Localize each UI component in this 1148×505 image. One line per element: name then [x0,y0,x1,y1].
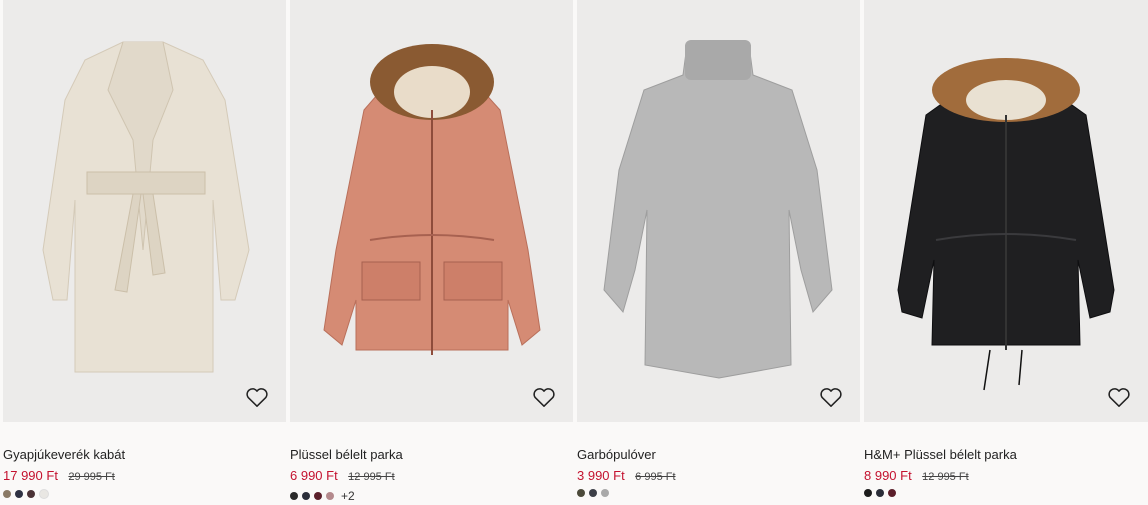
original-price: 12 995 Ft [348,471,395,483]
color-swatch[interactable] [39,489,49,499]
product-prices: 6 990 Ft 12 995 Ft [290,467,395,485]
heart-outline-icon [533,388,555,407]
color-swatch[interactable] [864,489,872,497]
favorite-button[interactable] [244,384,270,410]
color-swatch[interactable] [326,492,334,500]
color-swatch[interactable] [314,492,322,500]
color-swatch[interactable] [290,492,298,500]
product-card: H&M+ Plüssel bélelt parka 8 990 Ft 12 99… [864,0,1148,505]
black-parka-image [897,58,1115,391]
color-swatch[interactable] [589,489,597,497]
wool-coat-image [42,41,250,373]
color-swatch[interactable] [15,490,23,498]
product-card: Garbópulóver 3 990 Ft 6 995 Ft [577,0,860,505]
product-title[interactable]: Plüssel bélelt parka [290,447,403,462]
color-swatch[interactable] [577,489,585,497]
product-prices: 17 990 Ft 29 995 Ft [3,467,115,485]
original-price: 6 995 Ft [635,471,676,483]
color-swatches [864,489,900,497]
color-swatches [577,489,613,497]
product-title[interactable]: H&M+ Plüssel bélelt parka [864,447,1017,462]
more-colors-count[interactable]: +2 [341,489,355,503]
color-swatches [3,489,53,499]
parka-image [323,44,541,355]
original-price: 12 995 Ft [922,471,969,483]
favorite-button[interactable] [531,384,557,410]
favorite-button[interactable] [818,384,844,410]
product-card: Plüssel bélelt parka 6 990 Ft 12 995 Ft … [290,0,573,505]
sale-price: 17 990 Ft [3,468,58,483]
color-swatch[interactable] [3,490,11,498]
favorite-button[interactable] [1106,384,1132,410]
product-grid: Gyapjúkeverék kabát 17 990 Ft 29 995 Ft … [0,0,1148,505]
color-swatch[interactable] [601,489,609,497]
sale-price: 8 990 Ft [864,468,912,483]
product-image[interactable] [864,0,1148,422]
heart-outline-icon [1108,388,1130,407]
sale-price: 6 990 Ft [290,468,338,483]
product-image[interactable] [577,0,860,422]
turtleneck-sweater-image [603,40,833,379]
color-swatch[interactable] [876,489,884,497]
color-swatch[interactable] [302,492,310,500]
color-swatches: +2 [290,489,355,503]
product-image[interactable] [3,0,286,422]
product-card: Gyapjúkeverék kabát 17 990 Ft 29 995 Ft [3,0,286,505]
product-image[interactable] [290,0,573,422]
color-swatch[interactable] [27,490,35,498]
product-prices: 8 990 Ft 12 995 Ft [864,467,969,485]
heart-outline-icon [246,388,268,407]
product-title[interactable]: Garbópulóver [577,447,656,462]
product-title[interactable]: Gyapjúkeverék kabát [3,447,125,462]
heart-outline-icon [820,388,842,407]
sale-price: 3 990 Ft [577,468,625,483]
original-price: 29 995 Ft [68,471,115,483]
color-swatch[interactable] [888,489,896,497]
product-prices: 3 990 Ft 6 995 Ft [577,467,676,485]
